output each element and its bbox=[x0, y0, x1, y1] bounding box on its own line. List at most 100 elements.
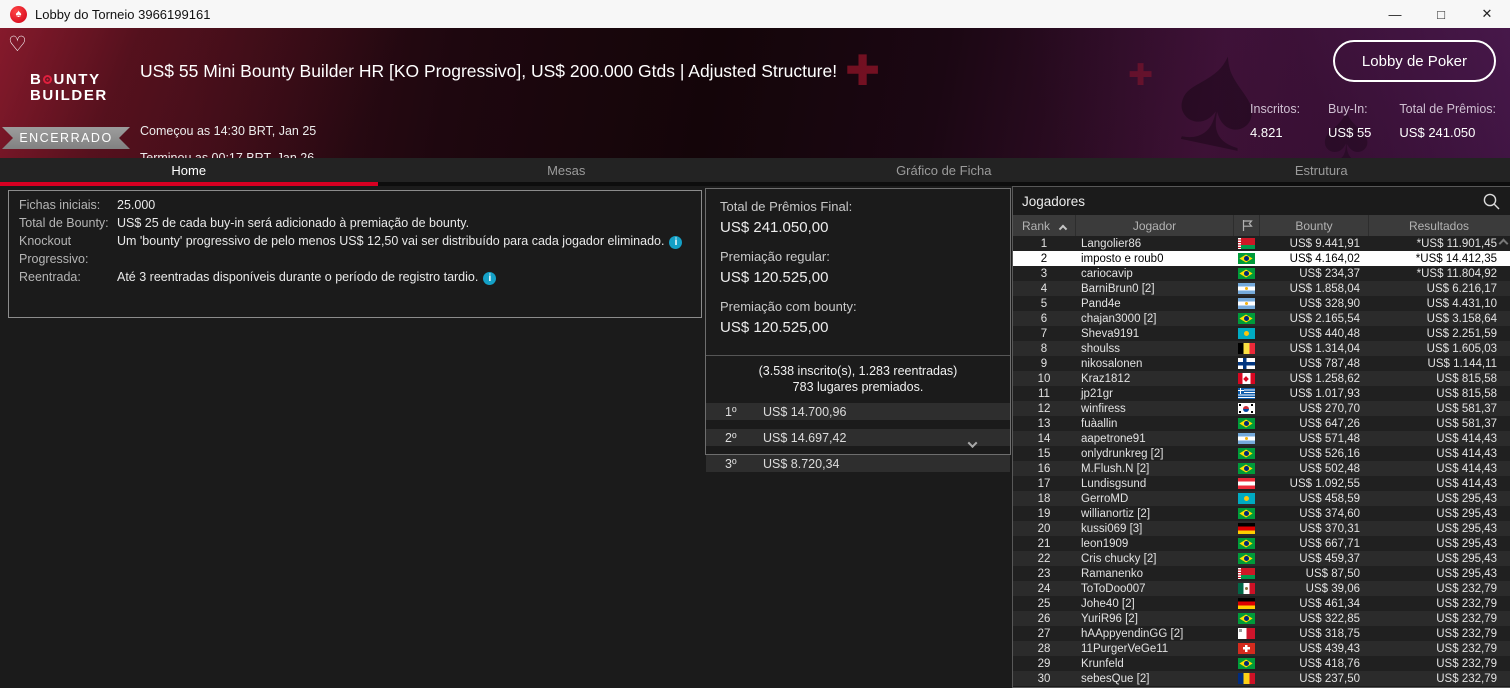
player-result: US$ 295,43 bbox=[1436, 522, 1497, 535]
country-flag-icon bbox=[1237, 523, 1255, 534]
player-row[interactable]: 24 ToToDoo007 US$ 39,06 US$ 232,79 bbox=[1013, 581, 1510, 596]
flag-cell bbox=[1233, 343, 1259, 354]
info-label: Reentrada: bbox=[19, 270, 81, 284]
start-time-text: Começou as 14:30 BRT, Jan 25 bbox=[140, 124, 317, 138]
player-bounty: US$ 458,59 bbox=[1299, 492, 1360, 505]
player-bounty: US$ 270,70 bbox=[1299, 402, 1360, 415]
tab-estrutura[interactable]: Estrutura bbox=[1132, 158, 1510, 186]
player-row[interactable]: 18 GerroMD US$ 458,59 US$ 295,43 bbox=[1013, 491, 1510, 506]
close-icon[interactable]: ✕ bbox=[1464, 0, 1510, 28]
flag-cell bbox=[1233, 523, 1259, 534]
player-name: willianortiz [2] bbox=[1081, 507, 1151, 520]
player-result: US$ 232,79 bbox=[1436, 642, 1497, 655]
country-flag-icon bbox=[1237, 553, 1255, 564]
country-flag-icon bbox=[1237, 673, 1255, 684]
player-rank: 6 bbox=[1040, 312, 1048, 325]
tab-home[interactable]: Home bbox=[0, 158, 378, 186]
player-row[interactable]: 8 shoulss US$ 1.314,04 US$ 1.605,03 bbox=[1013, 341, 1510, 356]
column-header-rank[interactable]: Rank bbox=[1013, 215, 1075, 236]
player-row[interactable]: 20 kussi069 [3] US$ 370,31 US$ 295,43 bbox=[1013, 521, 1510, 536]
player-name: Langolier86 bbox=[1081, 237, 1142, 250]
info-icon[interactable]: i bbox=[669, 236, 683, 249]
player-name: winfiress bbox=[1081, 402, 1126, 415]
tab-grafico-de-ficha[interactable]: Gráfico de Ficha bbox=[755, 158, 1133, 186]
player-bounty: US$ 440,48 bbox=[1299, 327, 1360, 340]
country-flag-icon bbox=[1237, 238, 1255, 249]
expand-prizes-button[interactable] bbox=[944, 438, 1000, 451]
maximize-icon[interactable]: □ bbox=[1418, 0, 1464, 28]
stat-value: US$ 55 bbox=[1328, 125, 1372, 140]
entries-summary: (3.538 inscrito(s), 1.283 reentradas) 78… bbox=[706, 356, 1010, 403]
player-row[interactable]: 15 onlydrunkreg [2] US$ 526,16 US$ 414,43 bbox=[1013, 446, 1510, 461]
player-row[interactable]: 5 Pand4e US$ 328,90 US$ 4.431,10 bbox=[1013, 296, 1510, 311]
tab-mesas[interactable]: Mesas bbox=[377, 158, 755, 186]
column-header-jogador[interactable]: Jogador bbox=[1075, 215, 1233, 236]
player-result: US$ 232,79 bbox=[1436, 582, 1497, 595]
player-row[interactable]: 21 leon1909 US$ 667,71 US$ 295,43 bbox=[1013, 536, 1510, 551]
tournament-info-panel: Fichas iniciais: 25.000 Total de Bounty: US… bbox=[8, 190, 702, 318]
player-row[interactable]: 13 fuàallin US$ 647,26 US$ 581,37 bbox=[1013, 416, 1510, 431]
player-row[interactable]: 6 chajan3000 [2] US$ 2.165,54 US$ 3.158,64 bbox=[1013, 311, 1510, 326]
country-flag-icon bbox=[1237, 628, 1255, 639]
player-name: onlydrunkreg [2] bbox=[1081, 447, 1164, 460]
flag-cell bbox=[1233, 628, 1259, 639]
player-row[interactable]: 10 Kraz1812 US$ 1.258,62 US$ 815,58 bbox=[1013, 371, 1510, 386]
player-bounty: US$ 39,06 bbox=[1305, 582, 1360, 595]
minimize-icon[interactable]: — bbox=[1372, 0, 1418, 28]
stat-value: 4.821 bbox=[1250, 125, 1283, 140]
player-row[interactable]: 1 Langolier86 US$ 9.441,91 *US$ 11.901,45 bbox=[1013, 236, 1510, 251]
player-row[interactable]: 25 Johe40 [2] US$ 461,34 US$ 232,79 bbox=[1013, 596, 1510, 611]
country-flag-icon bbox=[1237, 388, 1255, 399]
player-row[interactable]: 7 Sheva9191 US$ 440,48 US$ 2.251,59 bbox=[1013, 326, 1510, 341]
stat-label: Total de Prêmios: bbox=[1399, 102, 1496, 116]
column-header-resultados[interactable]: Resultados bbox=[1368, 215, 1509, 236]
player-name: 11PurgerVeGe11 bbox=[1081, 642, 1169, 655]
player-bounty: US$ 461,34 bbox=[1299, 597, 1360, 610]
player-rank: 27 bbox=[1037, 627, 1051, 640]
player-row[interactable]: 26 YuriR96 [2] US$ 322,85 US$ 232,79 bbox=[1013, 611, 1510, 626]
tournament-title: US$ 55 Mini Bounty Builder HR [KO Progre… bbox=[140, 61, 838, 81]
player-row[interactable]: 16 M.Flush.N [2] US$ 502,48 US$ 414,43 bbox=[1013, 461, 1510, 476]
player-bounty: US$ 318,75 bbox=[1299, 627, 1360, 640]
flag-cell bbox=[1233, 643, 1259, 654]
favorite-heart-icon[interactable]: ♡ bbox=[8, 32, 27, 57]
country-flag-icon bbox=[1237, 613, 1255, 624]
player-name: chajan3000 [2] bbox=[1081, 312, 1157, 325]
player-row[interactable]: 30 sebesQue [2] US$ 237,50 US$ 232,79 bbox=[1013, 671, 1510, 686]
player-row[interactable]: 17 Lundisgsund US$ 1.092,55 US$ 414,43 bbox=[1013, 476, 1510, 491]
info-icon[interactable]: i bbox=[483, 272, 497, 285]
player-row[interactable]: 2 imposto e roub0 US$ 4.164,02 *US$ 14.412,… bbox=[1013, 251, 1510, 266]
player-row[interactable]: 22 Cris chucky [2] US$ 459,37 US$ 295,43 bbox=[1013, 551, 1510, 566]
player-row[interactable]: 29 Krunfeld US$ 418,76 US$ 232,79 bbox=[1013, 656, 1510, 671]
prize-amount: US$ 14.700,96 bbox=[763, 404, 847, 419]
search-icon[interactable] bbox=[1482, 192, 1501, 211]
player-name: Lundisgsund bbox=[1081, 477, 1147, 490]
player-row[interactable]: 28 11PurgerVeGe11 US$ 439,43 US$ 232,79 bbox=[1013, 641, 1510, 656]
player-rank: 28 bbox=[1037, 642, 1051, 655]
prize-place: 3º bbox=[725, 456, 737, 471]
player-row[interactable]: 11 jp21gr US$ 1.017,93 US$ 815,58 bbox=[1013, 386, 1510, 401]
player-row[interactable]: 23 Ramanenko US$ 87,50 US$ 295,43 bbox=[1013, 566, 1510, 581]
player-result: US$ 581,37 bbox=[1436, 402, 1497, 415]
player-row[interactable]: 27 hAAppyendinGG [2] US$ 318,75 US$ 232,79 bbox=[1013, 626, 1510, 641]
player-row[interactable]: 19 willianortiz [2] US$ 374,60 US$ 295,43 bbox=[1013, 506, 1510, 521]
player-row[interactable]: 9 nikosalonen US$ 787,48 US$ 1.144,11 bbox=[1013, 356, 1510, 371]
player-rank: 11 bbox=[1038, 387, 1050, 400]
player-row[interactable]: 3 cariocavip US$ 234,37 *US$ 11.804,92 bbox=[1013, 266, 1510, 281]
flag-icon bbox=[1242, 220, 1253, 231]
player-row[interactable]: 4 BarniBrun0 [2] US$ 1.858,04 US$ 6.216,17 bbox=[1013, 281, 1510, 296]
player-row[interactable]: 12 winfiress US$ 270,70 US$ 581,37 bbox=[1013, 401, 1510, 416]
player-rank: 25 bbox=[1037, 597, 1051, 610]
player-name: Sheva9191 bbox=[1081, 327, 1140, 340]
player-rank: 18 bbox=[1037, 492, 1051, 505]
lobby-de-poker-button[interactable]: Lobby de Poker bbox=[1332, 40, 1496, 82]
column-header-flag[interactable] bbox=[1233, 215, 1259, 236]
player-bounty: US$ 1.017,93 bbox=[1289, 387, 1360, 400]
prize-amount: US$ 8.720,34 bbox=[763, 456, 840, 471]
player-result: US$ 232,79 bbox=[1436, 627, 1497, 640]
column-header-bounty[interactable]: Bounty bbox=[1259, 215, 1368, 236]
country-flag-icon bbox=[1237, 598, 1255, 609]
flag-cell bbox=[1233, 268, 1259, 279]
player-row[interactable]: 14 aapetrone91 US$ 571,48 US$ 414,43 bbox=[1013, 431, 1510, 446]
info-value: US$ 25 de cada buy-in será adicionado à … bbox=[117, 216, 470, 230]
